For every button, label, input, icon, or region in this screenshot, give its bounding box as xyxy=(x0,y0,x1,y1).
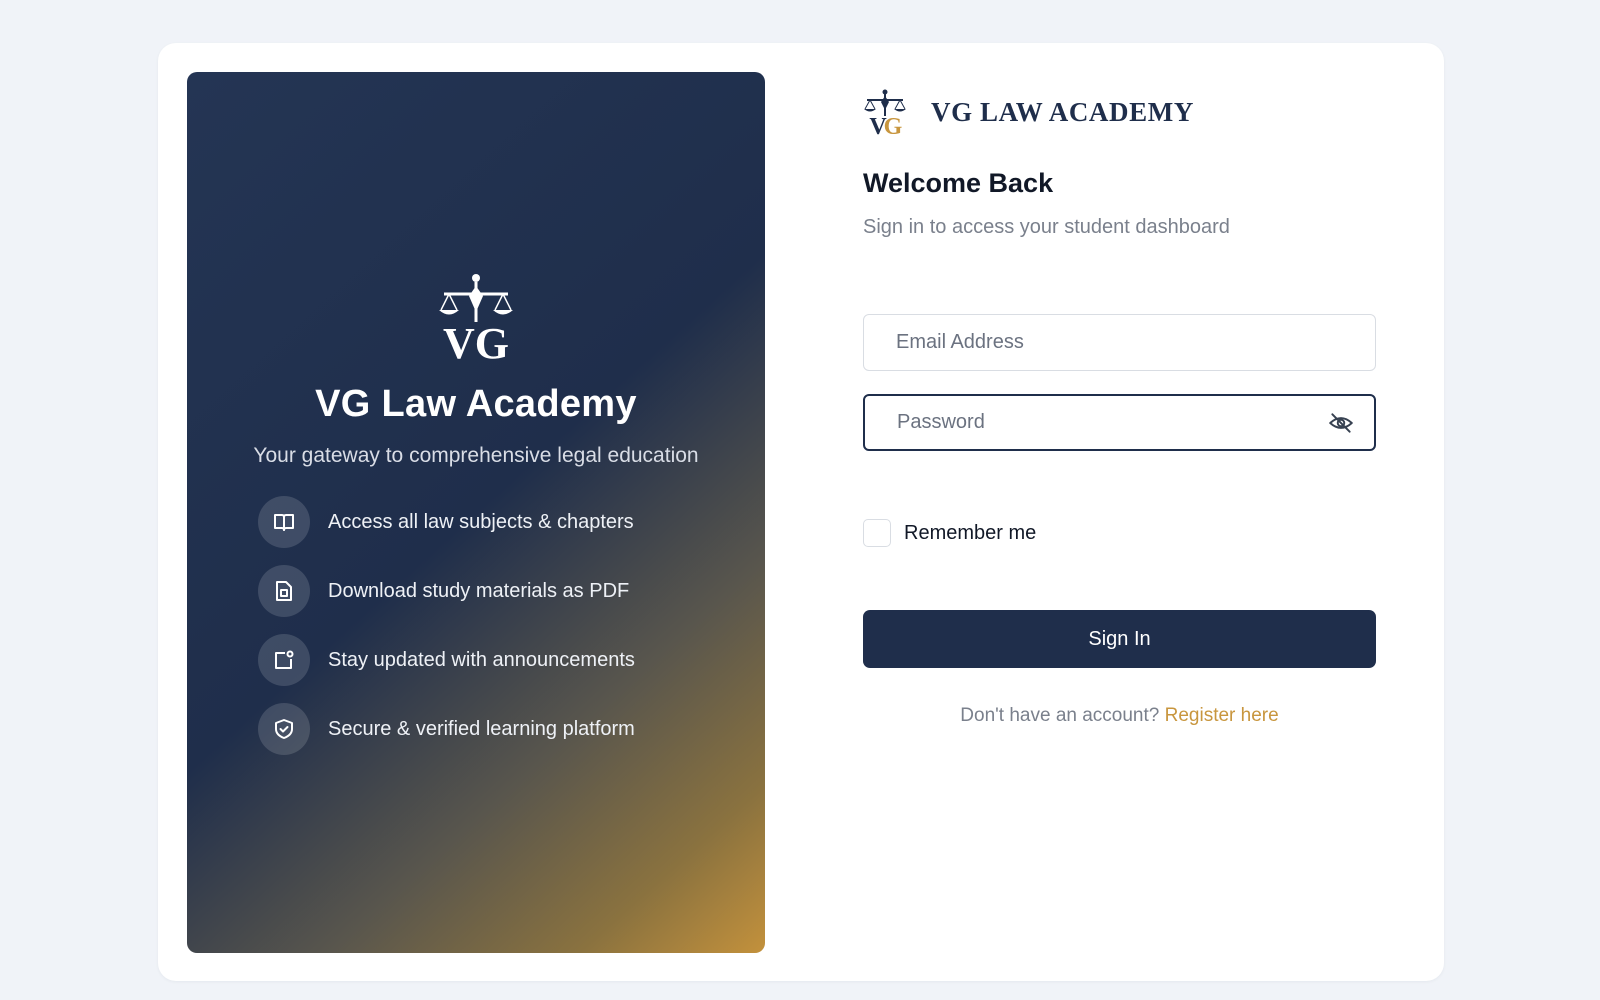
sign-in-button[interactable]: Sign In xyxy=(863,610,1376,668)
email-field[interactable] xyxy=(864,315,1375,370)
svg-text:VG: VG xyxy=(443,319,509,360)
scales-logo-icon: VG xyxy=(439,274,513,360)
brand-name: VG LAW ACADEMY xyxy=(931,96,1194,127)
password-field-wrapper xyxy=(863,394,1376,451)
feature-label: Stay updated with announcements xyxy=(328,648,635,671)
login-form: V G VG LAW ACADEMY Welcome Back Sign in … xyxy=(863,43,1378,981)
email-field-wrapper xyxy=(863,314,1376,371)
feature-item: Stay updated with announcements xyxy=(258,634,635,686)
file-pdf-icon xyxy=(258,565,310,617)
page-title: Welcome Back xyxy=(863,168,1054,198)
feature-label: Access all law subjects & chapters xyxy=(328,510,634,533)
hero-title: VG Law Academy xyxy=(315,383,637,425)
book-open-icon xyxy=(258,496,310,548)
svg-text:G: G xyxy=(884,114,903,136)
login-card: VG VG Law Academy Your gateway to compre… xyxy=(158,43,1444,981)
register-link[interactable]: Register here xyxy=(1165,705,1279,726)
announcement-icon xyxy=(258,634,310,686)
feature-label: Secure & verified learning platform xyxy=(328,717,635,740)
register-prompt: Don't have an account? Register here xyxy=(863,705,1376,727)
remember-label[interactable]: Remember me xyxy=(904,522,1036,545)
feature-item: Secure & verified learning platform xyxy=(258,703,635,755)
register-prompt-text: Don't have an account? xyxy=(960,705,1160,726)
eye-off-icon[interactable] xyxy=(1328,410,1354,436)
shield-check-icon xyxy=(258,703,310,755)
hero-subtitle: Your gateway to comprehensive legal educ… xyxy=(253,444,699,467)
feature-list: Access all law subjects & chapters Downl… xyxy=(258,496,635,772)
brand-logo-icon: V G xyxy=(864,89,906,136)
remember-checkbox[interactable] xyxy=(863,519,891,547)
hero-panel: VG VG Law Academy Your gateway to compre… xyxy=(187,72,765,953)
feature-item: Download study materials as PDF xyxy=(258,565,635,617)
feature-item: Access all law subjects & chapters xyxy=(258,496,635,548)
remember-me: Remember me xyxy=(863,519,1036,547)
page-subtitle: Sign in to access your student dashboard xyxy=(863,216,1230,238)
password-field[interactable] xyxy=(865,396,1374,449)
feature-label: Download study materials as PDF xyxy=(328,579,630,602)
brand-header: V G VG LAW ACADEMY xyxy=(863,88,1194,136)
